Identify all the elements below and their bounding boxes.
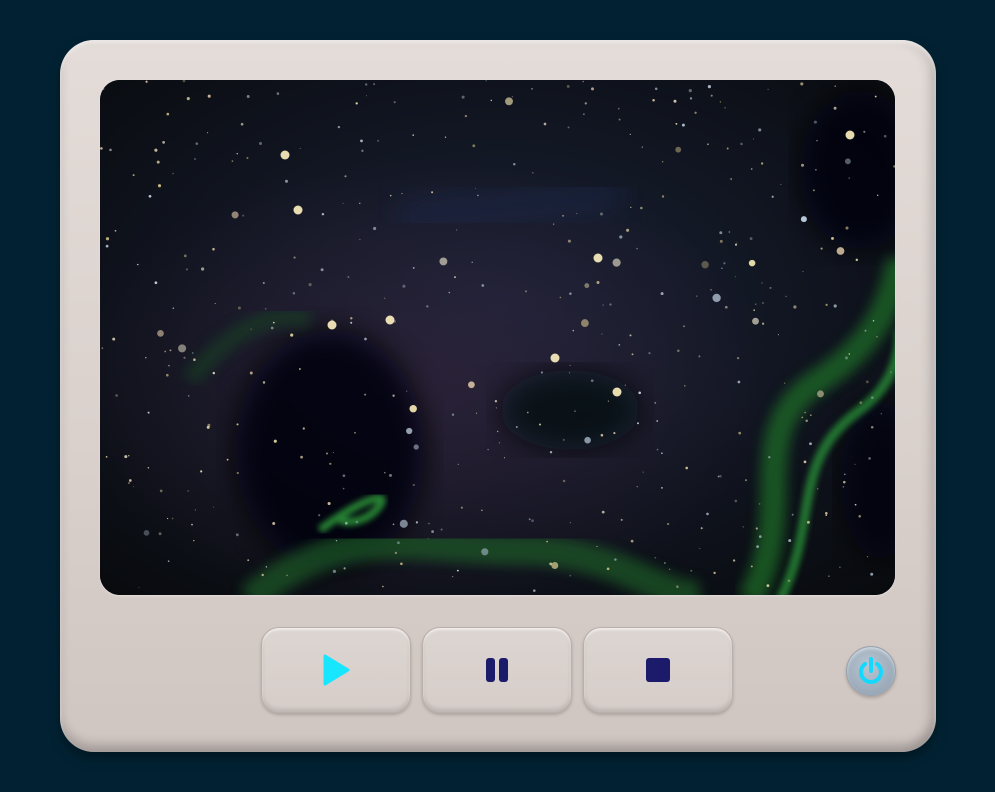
- power-button[interactable]: [846, 646, 896, 696]
- play-icon: [323, 654, 350, 686]
- stop-button[interactable]: [583, 627, 733, 713]
- power-icon: [859, 657, 883, 684]
- video-frame: [100, 80, 895, 595]
- pause-button[interactable]: [422, 627, 572, 713]
- video-screen[interactable]: [100, 80, 895, 595]
- pause-icon: [486, 658, 508, 682]
- stop-icon: [646, 658, 670, 682]
- media-player-device: [60, 40, 936, 752]
- play-button[interactable]: [261, 627, 411, 713]
